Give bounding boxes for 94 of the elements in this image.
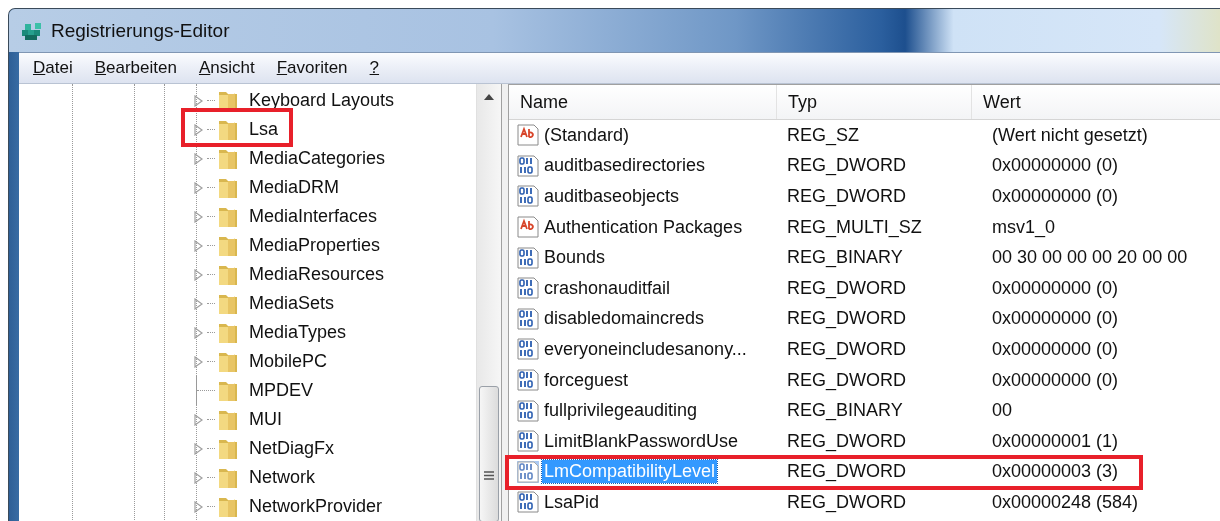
value-cell-text: 0x00000003 (3) bbox=[991, 461, 1120, 483]
type-cell-text: REG_DWORD bbox=[786, 491, 907, 513]
binary-value-icon bbox=[517, 369, 539, 392]
expand-arrow-icon[interactable] bbox=[194, 210, 204, 223]
binary-value-icon bbox=[517, 491, 539, 514]
value-cell-text: 0x00000248 (584) bbox=[991, 491, 1140, 513]
string-value-icon bbox=[517, 216, 539, 239]
type-cell-text: REG_BINARY bbox=[786, 400, 904, 422]
expand-arrow-icon[interactable] bbox=[194, 123, 204, 136]
binary-value-icon bbox=[517, 185, 539, 208]
binary-value-icon bbox=[517, 307, 539, 330]
menu-item[interactable]: Bearbeiten bbox=[94, 58, 177, 78]
type-cell-text: REG_DWORD bbox=[786, 186, 907, 207]
binary-value-icon bbox=[517, 399, 539, 422]
value-name[interactable]: Bounds bbox=[542, 246, 608, 270]
expand-arrow-icon[interactable] bbox=[194, 326, 204, 339]
value-name[interactable]: auditbasedirectories bbox=[542, 154, 708, 178]
window-title: Registrierungs-Editor bbox=[51, 19, 230, 42]
value-name[interactable]: Authentication Packages bbox=[542, 215, 745, 239]
tree-item[interactable]: Keyboard Layouts bbox=[249, 90, 395, 111]
value-name[interactable]: LsaPid bbox=[542, 490, 602, 514]
type-cell-text: REG_DWORD bbox=[786, 369, 907, 391]
expand-arrow-icon[interactable] bbox=[194, 297, 204, 310]
binary-value-icon bbox=[517, 277, 539, 300]
value-name[interactable]: disabledomaincreds bbox=[542, 307, 707, 331]
tree-item[interactable]: MediaCategories bbox=[249, 148, 386, 169]
value-cell-text: 0x00000000 (0) bbox=[991, 186, 1120, 207]
binary-value-icon bbox=[517, 460, 539, 483]
expand-arrow-icon[interactable] bbox=[194, 500, 204, 513]
expand-arrow-icon[interactable] bbox=[194, 94, 204, 107]
column-header[interactable]: Typ bbox=[777, 85, 972, 119]
menu-item[interactable]: ? bbox=[369, 58, 380, 78]
expand-arrow-icon[interactable] bbox=[194, 268, 204, 281]
value-name[interactable]: fullprivilegeauditing bbox=[542, 399, 700, 423]
expand-arrow-icon[interactable] bbox=[194, 239, 204, 252]
scroll-thumb[interactable] bbox=[479, 386, 499, 521]
tree-item[interactable]: MUI bbox=[249, 409, 282, 430]
tree-item[interactable]: Lsa bbox=[249, 119, 279, 140]
expand-arrow-icon[interactable] bbox=[194, 471, 204, 484]
column-header[interactable]: Wert bbox=[972, 85, 1220, 119]
tree-item[interactable]: Network bbox=[249, 467, 315, 488]
tree-item[interactable]: NetworkProvider bbox=[249, 496, 383, 517]
expand-arrow-icon[interactable] bbox=[194, 181, 204, 194]
type-cell-text: REG_DWORD bbox=[786, 338, 907, 360]
tree-item[interactable]: MobilePC bbox=[249, 351, 328, 372]
tree-item[interactable]: MPDEV bbox=[249, 380, 313, 401]
value-name[interactable]: LimitBlankPasswordUse bbox=[542, 429, 741, 453]
tree-item[interactable]: MediaDRM bbox=[249, 177, 340, 198]
menu-item[interactable]: Ansicht bbox=[198, 58, 255, 78]
value-cell-text: (Wert nicht gesetzt) bbox=[991, 124, 1149, 146]
expand-arrow-icon[interactable] bbox=[194, 442, 204, 455]
value-cell-text: 00 bbox=[991, 400, 1014, 422]
binary-value-icon bbox=[517, 338, 539, 361]
binary-value-icon bbox=[517, 430, 539, 453]
expand-arrow-icon[interactable] bbox=[194, 152, 204, 165]
column-header[interactable]: Name bbox=[509, 85, 777, 119]
tree-item[interactable]: MediaProperties bbox=[249, 235, 381, 256]
tree-item[interactable]: MediaResources bbox=[249, 264, 385, 285]
value-cell-text: 0x00000000 (0) bbox=[991, 308, 1120, 330]
grip-icon bbox=[484, 471, 494, 480]
value-cell-text: 00 30 00 00 00 20 00 00 bbox=[991, 247, 1189, 269]
value-name[interactable]: everyoneincludesanony... bbox=[542, 337, 749, 361]
value-name[interactable]: forceguest bbox=[542, 368, 631, 392]
type-cell-text: REG_MULTI_SZ bbox=[786, 216, 923, 238]
expand-arrow-icon[interactable] bbox=[194, 413, 204, 426]
menu-item[interactable]: Datei bbox=[33, 58, 73, 78]
scrollbar[interactable] bbox=[476, 84, 501, 521]
type-cell-text: REG_DWORD bbox=[786, 461, 907, 483]
binary-value-icon bbox=[517, 246, 539, 269]
type-cell-text: REG_SZ bbox=[786, 124, 861, 146]
string-value-icon bbox=[517, 124, 539, 147]
tree-item[interactable]: NetDiagFx bbox=[249, 438, 335, 459]
value-name[interactable]: (Standard) bbox=[542, 123, 632, 147]
value-name[interactable]: auditbaseobjects bbox=[542, 185, 682, 208]
type-cell-text: REG_BINARY bbox=[786, 247, 904, 269]
binary-value-icon bbox=[517, 154, 539, 177]
menu-item[interactable]: Favoriten bbox=[276, 58, 348, 78]
value-cell-text: 0x00000000 (0) bbox=[991, 338, 1120, 360]
value-cell-text: 0x00000000 (0) bbox=[991, 369, 1120, 391]
tree-item[interactable]: MediaInterfaces bbox=[249, 206, 378, 227]
tree-item[interactable]: MediaTypes bbox=[249, 322, 347, 343]
value-cell-text: 0x00000000 (0) bbox=[991, 277, 1120, 299]
registry-cubes-icon bbox=[21, 20, 43, 41]
value-cell-text: 0x00000001 (1) bbox=[991, 430, 1120, 452]
expand-arrow-icon[interactable] bbox=[194, 355, 204, 368]
scroll-up-arrow-icon[interactable] bbox=[484, 94, 494, 100]
type-cell-text: REG_DWORD bbox=[786, 155, 907, 177]
value-cell-text: msv1_0 bbox=[991, 216, 1057, 238]
type-cell-text: REG_DWORD bbox=[786, 308, 907, 330]
type-cell-text: REG_DWORD bbox=[786, 277, 907, 299]
type-cell-text: REG_DWORD bbox=[786, 430, 907, 452]
value-cell-text: 0x00000000 (0) bbox=[991, 155, 1120, 177]
tree-item[interactable]: MediaSets bbox=[249, 293, 335, 314]
value-name[interactable]: crashonauditfail bbox=[542, 276, 673, 300]
